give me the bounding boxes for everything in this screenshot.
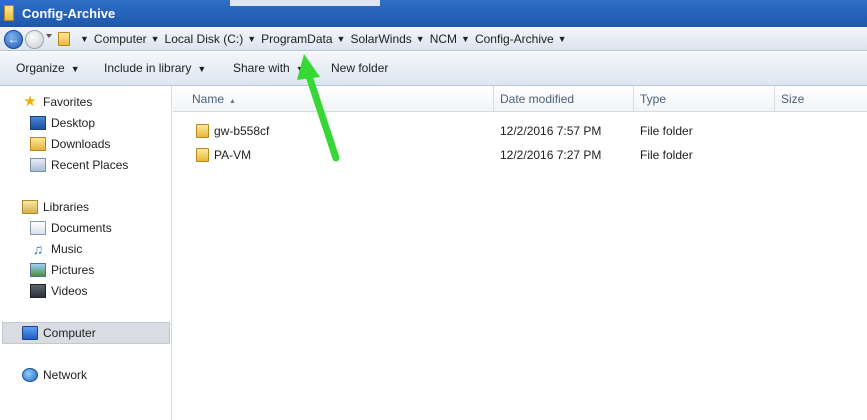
chevron-down-icon[interactable]: ▼ (80, 34, 89, 44)
include-in-library-label: Include in library (104, 61, 192, 75)
nav-label: Pictures (51, 263, 95, 277)
nav-item-videos[interactable]: Videos (30, 281, 87, 301)
column-label: Name (192, 92, 225, 106)
nav-label: Videos (51, 284, 88, 298)
desktop-icon (30, 116, 46, 130)
file-name: PA-VM (214, 148, 252, 162)
address-bar: ← ▼ Computer ▼ Local Disk (C:) ▼ Program… (0, 27, 867, 51)
chevron-down-icon[interactable]: ▼ (247, 34, 256, 44)
documents-icon (30, 221, 46, 235)
include-in-library-button[interactable]: Include in library ▼ (104, 61, 206, 75)
nav-item-recent-places[interactable]: Recent Places (30, 155, 128, 175)
navigation-pane: ★ Favorites Desktop Downloads Recent Pla… (0, 86, 172, 420)
window-title: Config-Archive (22, 6, 116, 21)
nav-label: Libraries (43, 200, 90, 214)
organize-label: Organize (16, 61, 65, 75)
star-icon: ★ (23, 93, 37, 110)
back-button[interactable]: ← (4, 30, 23, 49)
folder-icon (196, 124, 209, 138)
chevron-down-icon: ▼ (70, 64, 80, 74)
command-bar: Organize ▼ Include in library ▼ Share with… (0, 52, 867, 86)
pictures-icon (30, 263, 46, 277)
sort-ascending-icon: ▲ (229, 98, 236, 105)
nav-item-computer[interactable]: Computer (22, 323, 96, 343)
nav-label: Desktop (51, 116, 96, 130)
breadcrumb-programdata[interactable]: ProgramData (261, 32, 332, 46)
nav-item-favorites[interactable]: ★ Favorites (22, 92, 92, 112)
chevron-down-icon[interactable]: ▼ (416, 34, 425, 44)
file-type: File folder (640, 124, 693, 138)
share-with-button[interactable]: Share with ▼ (233, 61, 305, 75)
file-list: Name ▲ Date modified Type Size gw-b558cf … (173, 86, 867, 420)
file-name: gw-b558cf (214, 124, 270, 138)
chevron-down-icon: ▼ (197, 64, 207, 74)
chevron-down-icon[interactable]: ▼ (461, 34, 470, 44)
chevron-down-icon[interactable]: ▼ (558, 34, 567, 44)
nav-item-music[interactable]: ♫ Music (30, 239, 83, 259)
chevron-down-icon[interactable]: ▼ (151, 34, 160, 44)
recent-pages-dropdown-icon[interactable] (46, 34, 52, 38)
breadcrumb-config-archive[interactable]: Config-Archive (475, 32, 554, 46)
folder-icon (196, 148, 209, 162)
file-date: 12/2/2016 7:27 PM (500, 148, 602, 162)
network-icon (22, 368, 38, 382)
nav-label: Downloads (51, 137, 111, 151)
table-row[interactable]: gw-b558cf 12/2/2016 7:57 PM File folder (173, 120, 867, 142)
videos-icon (30, 284, 46, 298)
folder-icon (4, 5, 14, 21)
recent-places-icon (30, 158, 46, 172)
nav-item-libraries[interactable]: Libraries (22, 197, 89, 217)
file-type: File folder (640, 148, 693, 162)
table-row[interactable]: PA-VM 12/2/2016 7:27 PM File folder (173, 144, 867, 166)
share-with-label: Share with (233, 61, 290, 75)
breadcrumb: ▼ Computer ▼ Local Disk (C:) ▼ ProgramDa… (76, 32, 572, 46)
column-header-size[interactable]: Size (775, 86, 867, 112)
file-date: 12/2/2016 7:57 PM (500, 124, 602, 138)
downloads-icon (30, 137, 46, 151)
organize-button[interactable]: Organize ▼ (16, 61, 80, 75)
nav-label: Network (43, 368, 88, 382)
column-header-date-modified[interactable]: Date modified (494, 86, 634, 112)
new-folder-button[interactable]: New folder (331, 61, 388, 75)
folder-icon (58, 32, 70, 46)
breadcrumb-solarwinds[interactable]: SolarWinds (350, 32, 411, 46)
breadcrumb-computer[interactable]: Computer (94, 32, 147, 46)
nav-item-network[interactable]: Network (22, 365, 87, 385)
title-strip (230, 0, 380, 6)
chevron-down-icon[interactable]: ▼ (337, 34, 346, 44)
title-bar: Config-Archive (0, 0, 867, 27)
nav-item-downloads[interactable]: Downloads (30, 134, 110, 154)
breadcrumb-ncm[interactable]: NCM (430, 32, 457, 46)
libraries-icon (22, 200, 38, 214)
column-header-type[interactable]: Type (634, 86, 775, 112)
music-icon: ♫ (32, 241, 44, 257)
nav-label: Documents (51, 221, 112, 235)
nav-label: Music (51, 242, 83, 256)
computer-icon (22, 326, 38, 340)
forward-button[interactable] (25, 30, 44, 49)
nav-label: Recent Places (51, 158, 129, 172)
nav-label: Favorites (43, 95, 93, 109)
column-headers: Name ▲ Date modified Type Size (173, 86, 867, 112)
breadcrumb-local-disk[interactable]: Local Disk (C:) (165, 32, 244, 46)
chevron-down-icon: ▼ (295, 64, 305, 74)
nav-item-desktop[interactable]: Desktop (30, 113, 95, 133)
column-header-name[interactable]: Name ▲ (186, 86, 494, 112)
nav-label: Computer (43, 326, 96, 340)
nav-item-documents[interactable]: Documents (30, 218, 112, 238)
nav-item-pictures[interactable]: Pictures (30, 260, 94, 280)
